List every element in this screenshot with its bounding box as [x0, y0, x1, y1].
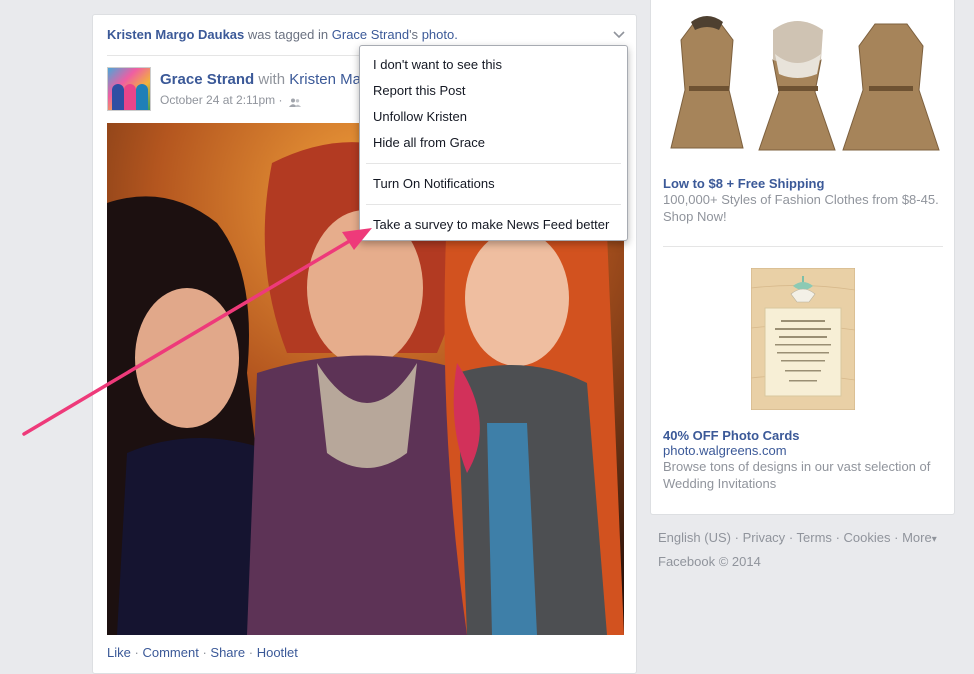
author-with-label: with	[258, 71, 286, 88]
footer-link-terms[interactable]: Terms	[797, 530, 832, 545]
tagged-person-link[interactable]: Kristen Ma	[289, 71, 361, 88]
story-owner-suffix: 's	[409, 27, 419, 42]
menu-divider	[366, 204, 621, 205]
footer-link-cookies[interactable]: Cookies	[844, 530, 891, 545]
footer-link-language[interactable]: English (US)	[658, 530, 731, 545]
footer-link-privacy[interactable]: Privacy	[743, 530, 786, 545]
post-timestamp[interactable]: October 24 at 2:11pm	[160, 93, 275, 107]
story-actor-link[interactable]: Kristen Margo Daukas	[107, 27, 244, 42]
menu-item-survey[interactable]: Take a survey to make News Feed better	[360, 212, 627, 238]
post-meta: October 24 at 2:11pm ·	[160, 93, 301, 108]
story-object-link[interactable]: photo.	[422, 27, 458, 42]
footer-copyright: Facebook © 2014	[658, 554, 761, 569]
ad-image-coats[interactable]	[663, 10, 945, 158]
footer-links: English (US) · Privacy · Terms · Cookies…	[658, 530, 937, 545]
chevron-down-icon[interactable]	[612, 28, 626, 40]
ad-divider	[663, 246, 943, 247]
story-owner-link[interactable]: Grace Strand	[332, 27, 409, 42]
hootlet-link[interactable]: Hootlet	[257, 645, 298, 660]
avatar[interactable]	[107, 67, 151, 111]
meta-separator: ·	[278, 93, 283, 107]
story-verb: was tagged in	[247, 27, 329, 42]
caret-down-icon[interactable]: ▾	[932, 534, 937, 545]
right-column-ads: Low to $8 + Free Shipping 100,000+ Style…	[650, 0, 955, 515]
menu-item-unfollow[interactable]: Unfollow Kristen	[360, 104, 627, 130]
menu-item-report-post[interactable]: Report this Post	[360, 78, 627, 104]
author-name-line: Grace Strand with Kristen Ma	[160, 71, 361, 88]
menu-item-hide-post[interactable]: I don't want to see this	[360, 52, 627, 78]
ad-2[interactable]: 40% OFF Photo Cards photo.walgreens.com …	[663, 428, 945, 492]
share-link[interactable]: Share	[210, 645, 245, 660]
left-gutter	[0, 0, 80, 661]
ad-title[interactable]: Low to $8 + Free Shipping	[663, 176, 945, 191]
like-link[interactable]: Like	[107, 645, 131, 660]
page-footer: English (US) · Privacy · Terms · Cookies…	[658, 527, 958, 573]
story-options-menu: I don't want to see this Report this Pos…	[359, 45, 628, 241]
ad-title[interactable]: 40% OFF Photo Cards	[663, 428, 945, 443]
ad-body[interactable]: Browse tons of designs in our vast selec…	[663, 458, 945, 492]
author-name-link[interactable]: Grace Strand	[160, 71, 254, 88]
friends-icon[interactable]	[288, 96, 301, 108]
story-actions: Like · Comment · Share · Hootlet	[107, 645, 298, 660]
ad-image-photo-card[interactable]	[751, 268, 855, 410]
menu-item-hide-all[interactable]: Hide all from Grace	[360, 130, 627, 156]
ad-body[interactable]: 100,000+ Styles of Fashion Clothes from …	[663, 191, 945, 225]
menu-item-notifications[interactable]: Turn On Notifications	[360, 171, 627, 197]
ad-domain-link[interactable]: photo.walgreens.com	[663, 443, 945, 458]
menu-divider	[366, 163, 621, 164]
footer-link-more[interactable]: More	[902, 530, 932, 545]
comment-link[interactable]: Comment	[142, 645, 198, 660]
ad-1[interactable]: Low to $8 + Free Shipping 100,000+ Style…	[663, 176, 945, 225]
story-header: Kristen Margo Daukas was tagged in Grace…	[107, 27, 627, 43]
